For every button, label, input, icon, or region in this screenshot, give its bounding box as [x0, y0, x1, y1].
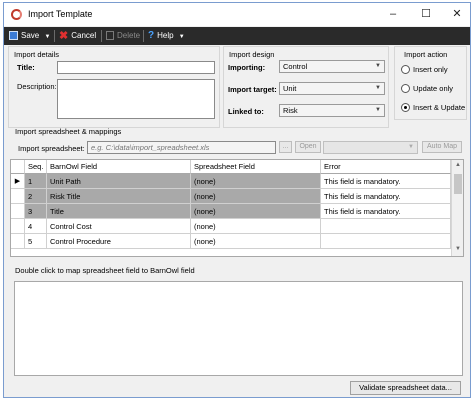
minimize-icon[interactable]: – [384, 6, 402, 22]
header-spreadsheet-field[interactable]: Spreadsheet Field [191, 160, 321, 174]
auto-map-button[interactable]: Auto Map [422, 141, 462, 153]
table-row[interactable]: 2 Risk Title (none) This field is mandatory… [11, 189, 451, 204]
cell-error[interactable]: This field is mandatory. [321, 189, 451, 204]
cancel-icon: ✖ [59, 29, 69, 42]
import-action-panel: Import action Insert only Update only In… [394, 46, 467, 120]
browse-button[interactable]: ... [279, 141, 292, 153]
cell-field[interactable]: Risk Title [47, 189, 191, 204]
row-indicator [11, 219, 25, 234]
table-row[interactable]: 5 Control Procedure (none) [11, 234, 451, 249]
spreadsheet-path-input[interactable] [87, 141, 276, 154]
scroll-up-icon[interactable]: ▲ [455, 162, 461, 168]
cell-error[interactable]: This field is mandatory. [321, 174, 451, 189]
import-action-title: Import action [404, 50, 448, 59]
header-seq[interactable]: Seq. [25, 160, 47, 174]
cell-seq[interactable]: 1 [25, 174, 47, 189]
open-button[interactable]: Open [295, 141, 321, 153]
cell-seq[interactable]: 5 [25, 234, 47, 249]
row-indicator [11, 189, 25, 204]
import-design-panel: Import design Importing: Control ▼ Impor… [223, 46, 389, 128]
linked-to-label: Linked to: [228, 107, 264, 116]
delete-icon [106, 31, 114, 41]
close-icon[interactable]: ✕ [448, 6, 466, 22]
import-template-window: Import Template – ☐ ✕ Save ▼ ✖ Cancel Del… [3, 2, 471, 398]
cell-error[interactable] [321, 219, 451, 234]
chevron-down-icon: ▼ [375, 107, 381, 113]
import-target-select[interactable]: Unit ▼ [279, 82, 385, 95]
cell-field[interactable]: Unit Path [47, 174, 191, 189]
save-button[interactable]: Save ▼ [9, 29, 50, 43]
header-error[interactable]: Error [321, 160, 451, 174]
cancel-button[interactable]: ✖ Cancel [59, 29, 96, 43]
table-row[interactable]: ▶ 1 Unit Path (none) This field is mandatory… [11, 174, 451, 189]
save-icon [9, 31, 18, 41]
mapping-grid: Seq. BarnOwl Field Spreadsheet Field Err… [10, 159, 464, 257]
cell-sheet[interactable]: (none) [191, 204, 321, 219]
import-details-panel: Import details Title: Description: [8, 46, 220, 128]
row-indicator [11, 204, 25, 219]
cell-seq[interactable]: 4 [25, 219, 47, 234]
app-icon [11, 9, 22, 20]
import-target-label: Import target: [228, 85, 277, 94]
chevron-down-icon: ▼ [408, 144, 414, 150]
chevron-down-icon[interactable]: ▼ [44, 34, 50, 40]
mapping-detail-area [14, 281, 463, 376]
validate-spreadsheet-button[interactable]: Validate spreadsheet data... [350, 381, 461, 395]
title-bar: Import Template – ☐ ✕ [4, 3, 470, 26]
row-indicator [11, 234, 25, 249]
scroll-thumb[interactable] [454, 174, 462, 194]
cell-sheet[interactable]: (none) [191, 234, 321, 249]
import-design-title: Import design [229, 50, 275, 59]
cell-field[interactable]: Control Cost [47, 219, 191, 234]
importing-select[interactable]: Control ▼ [279, 60, 385, 73]
scroll-down-icon[interactable]: ▼ [455, 246, 461, 252]
maximize-icon[interactable]: ☐ [417, 6, 435, 22]
window-title: Import Template [28, 9, 93, 19]
row-indicator-header [11, 160, 25, 174]
import-details-title: Import details [14, 50, 60, 59]
cell-field[interactable]: Title [47, 204, 191, 219]
help-icon: ? [148, 30, 155, 41]
description-input[interactable] [57, 79, 215, 119]
sheet-select[interactable]: ▼ [323, 141, 418, 154]
chevron-down-icon: ▼ [375, 63, 381, 69]
cell-sheet[interactable]: (none) [191, 174, 321, 189]
cell-seq[interactable]: 2 [25, 189, 47, 204]
title-label: Title: [17, 63, 35, 72]
linked-to-select[interactable]: Risk ▼ [279, 104, 385, 117]
description-label: Description: [17, 82, 57, 91]
grid-scrollbar[interactable]: ▲ ▼ [451, 160, 463, 256]
table-row[interactable]: 4 Control Cost (none) [11, 219, 451, 234]
help-button[interactable]: ? Help ▼ [148, 29, 185, 43]
cell-error[interactable] [321, 234, 451, 249]
spreadsheet-label: Import spreadsheet: [18, 144, 85, 153]
importing-label: Importing: [228, 63, 266, 72]
mapping-hint: Double click to map spreadsheet field to… [15, 266, 195, 275]
table-row[interactable]: 3 Title (none) This field is mandatory. [11, 204, 451, 219]
cell-sheet[interactable]: (none) [191, 219, 321, 234]
mapping-section-title: Import spreadsheet & mappings [15, 127, 122, 136]
delete-button[interactable]: Delete [106, 29, 140, 43]
title-input[interactable] [57, 61, 215, 74]
cell-error[interactable]: This field is mandatory. [321, 204, 451, 219]
chevron-down-icon: ▼ [375, 85, 381, 91]
row-indicator: ▶ [11, 174, 25, 189]
cell-field[interactable]: Control Procedure [47, 234, 191, 249]
header-barnowl-field[interactable]: BarnOwl Field [47, 160, 191, 174]
chevron-down-icon[interactable]: ▼ [179, 34, 185, 40]
toolbar: Save ▼ ✖ Cancel Delete ? Help ▼ [4, 27, 470, 45]
cell-seq[interactable]: 3 [25, 204, 47, 219]
cell-sheet[interactable]: (none) [191, 189, 321, 204]
